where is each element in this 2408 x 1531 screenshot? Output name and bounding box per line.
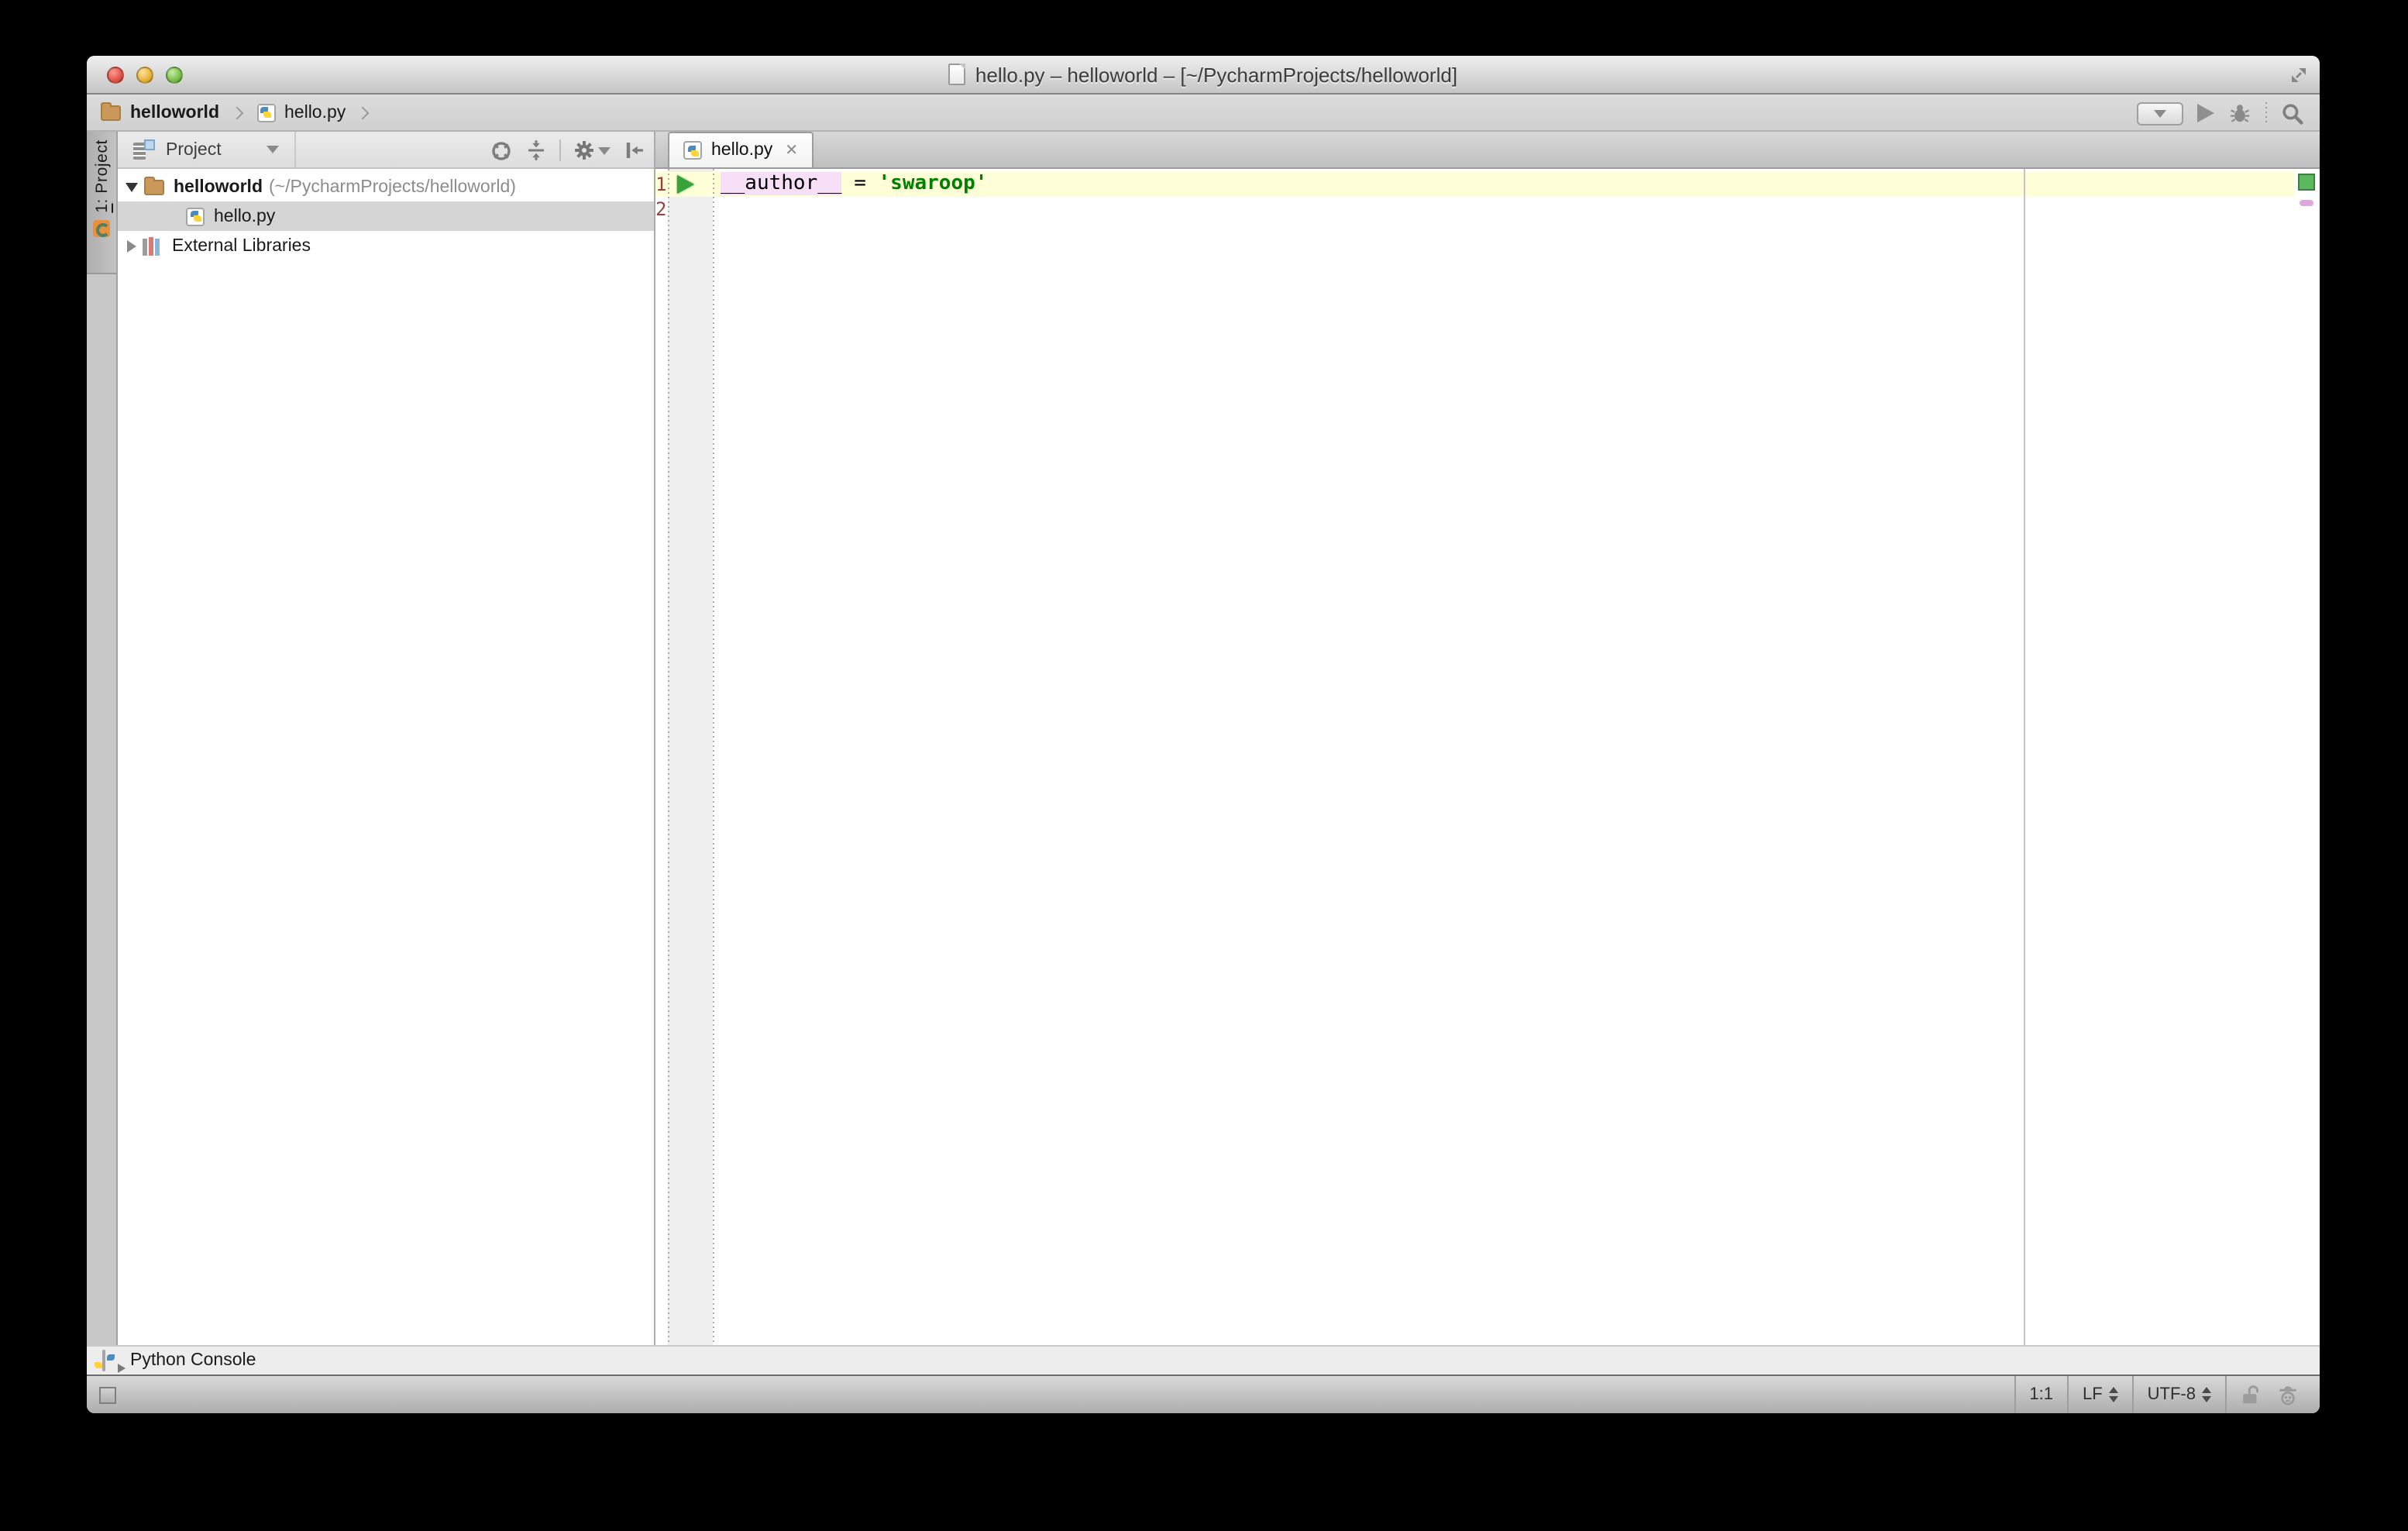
tree-root-label: helloworld(~/PycharmProjects/helloworld) <box>174 177 516 196</box>
code-line-1[interactable]: __author__ = 'swaroop' <box>721 172 987 197</box>
run-configuration-select[interactable] <box>2137 101 2183 125</box>
run-button[interactable] <box>2197 104 2214 122</box>
inspection-status-icon[interactable] <box>2298 174 2315 191</box>
minimize-window-button[interactable] <box>136 67 153 84</box>
line-number: 2 <box>655 197 666 222</box>
main-area: 1: Project Project <box>87 132 2320 1345</box>
project-view-label: Project <box>166 140 222 159</box>
gutter-fold-strip <box>668 169 713 1345</box>
encoding-widget[interactable]: UTF-8 <box>2132 1376 2225 1413</box>
pycharm-window: hello.py – helloworld – [~/PycharmProjec… <box>87 56 2320 1413</box>
project-tree: helloworld(~/PycharmProjects/helloworld)… <box>118 169 654 1345</box>
chevron-down-icon <box>267 146 279 153</box>
breadcrumb: helloworld hello.py <box>101 103 373 122</box>
window-title: hello.py – helloworld – [~/PycharmProjec… <box>949 63 1457 86</box>
breadcrumb-project[interactable]: helloworld <box>130 103 219 122</box>
traffic-lights <box>107 67 183 84</box>
updown-arrows-icon <box>2202 1387 2211 1402</box>
tree-row-hello-py[interactable]: hello.py <box>118 201 654 231</box>
project-toolwindow-tab-label: 1: Project <box>92 139 111 213</box>
editor-tab-label: hello.py <box>711 141 772 160</box>
breadcrumb-file[interactable]: hello.py <box>284 103 346 122</box>
editor-tab-bar: hello.py ✕ <box>655 132 2320 169</box>
updown-arrows-icon <box>2109 1387 2118 1402</box>
stripe-mark[interactable] <box>2300 200 2313 206</box>
tree-file-label: hello.py <box>214 207 275 225</box>
editor-area: hello.py ✕ 1 2 __author__ = 'swaroop' <box>655 132 2320 1345</box>
debug-button[interactable] <box>2228 101 2251 125</box>
chevron-right-icon <box>356 106 370 119</box>
chevron-down-icon <box>598 146 611 154</box>
project-toolwindow-tab[interactable]: 1: Project <box>87 132 116 274</box>
toolwindow-access-button[interactable] <box>99 1386 116 1403</box>
fullscreen-icon[interactable] <box>2289 65 2309 85</box>
line-separator-widget[interactable]: LF <box>2067 1376 2132 1413</box>
window-title-text: hello.py – helloworld – [~/PycharmProjec… <box>975 63 1457 86</box>
editor-body[interactable]: 1 2 __author__ = 'swaroop' <box>655 169 2320 1345</box>
locate-file-button[interactable] <box>490 139 513 162</box>
navbar-toolbar <box>2137 95 2304 132</box>
lock-open-icon[interactable] <box>2241 1384 2261 1405</box>
expander-open-icon[interactable] <box>124 182 139 191</box>
inspection-stripe <box>2295 169 2320 1345</box>
python-console-icon <box>102 1351 121 1370</box>
hector-inspector-icon[interactable] <box>2276 1383 2300 1406</box>
toolbar-separator <box>559 139 561 161</box>
gutter-separator <box>668 169 669 1345</box>
zoom-window-button[interactable] <box>166 67 183 84</box>
folder-icon <box>144 180 164 195</box>
right-margin-guide <box>2024 169 2025 1345</box>
document-icon <box>949 64 966 85</box>
editor-tab-hello-py[interactable]: hello.py ✕ <box>668 132 814 167</box>
gutter-separator <box>713 169 714 1345</box>
chevron-down-icon <box>2154 109 2166 117</box>
search-everywhere-icon[interactable] <box>2281 101 2304 125</box>
project-view-select[interactable]: Project <box>133 132 296 167</box>
libraries-icon <box>143 236 163 256</box>
expander-closed-icon[interactable] <box>124 239 139 252</box>
status-icons <box>2225 1376 2320 1413</box>
project-panel-header: Project <box>118 132 654 169</box>
project-panel-toolbar <box>490 132 645 169</box>
hide-panel-button[interactable] <box>623 139 645 161</box>
left-toolwindow-stripe: 1: Project <box>87 132 118 1345</box>
run-line-marker-icon[interactable] <box>677 175 694 194</box>
screen: hello.py – helloworld – [~/PycharmProjec… <box>0 0 2408 1531</box>
project-toolwindow-icon <box>93 221 110 238</box>
caret-position-widget[interactable]: 1:1 <box>2014 1376 2067 1413</box>
tree-libraries-label: External Libraries <box>172 236 311 255</box>
project-view-icon <box>133 139 155 160</box>
code-identifier: __author__ <box>721 172 842 195</box>
status-bar: 1:1 LF UTF-8 <box>87 1374 2320 1413</box>
settings-gear-button[interactable] <box>573 139 611 161</box>
python-file-icon <box>683 141 702 160</box>
toolbar-separator <box>2265 102 2267 124</box>
code-operator: = <box>842 172 879 195</box>
navigation-bar: helloworld hello.py <box>87 95 2320 132</box>
close-tab-icon[interactable]: ✕ <box>785 142 798 159</box>
python-file-icon <box>186 207 205 225</box>
folder-icon <box>101 105 121 121</box>
python-console-button[interactable]: Python Console <box>130 1351 256 1370</box>
chevron-right-icon <box>230 106 243 119</box>
bottom-toolwindow-bar: Python Console <box>87 1345 2320 1374</box>
close-window-button[interactable] <box>107 67 124 84</box>
code-string: 'swaroop' <box>879 172 988 195</box>
collapse-all-button[interactable] <box>525 139 547 161</box>
title-bar[interactable]: hello.py – helloworld – [~/PycharmProjec… <box>87 56 2320 95</box>
status-widgets: 1:1 LF UTF-8 <box>2014 1376 2320 1413</box>
python-file-icon <box>256 103 275 122</box>
tree-row-external-libraries[interactable]: External Libraries <box>118 231 654 260</box>
line-number: 1 <box>655 172 666 197</box>
project-panel: Project <box>118 132 655 1345</box>
tree-row-project-root[interactable]: helloworld(~/PycharmProjects/helloworld) <box>118 172 654 201</box>
